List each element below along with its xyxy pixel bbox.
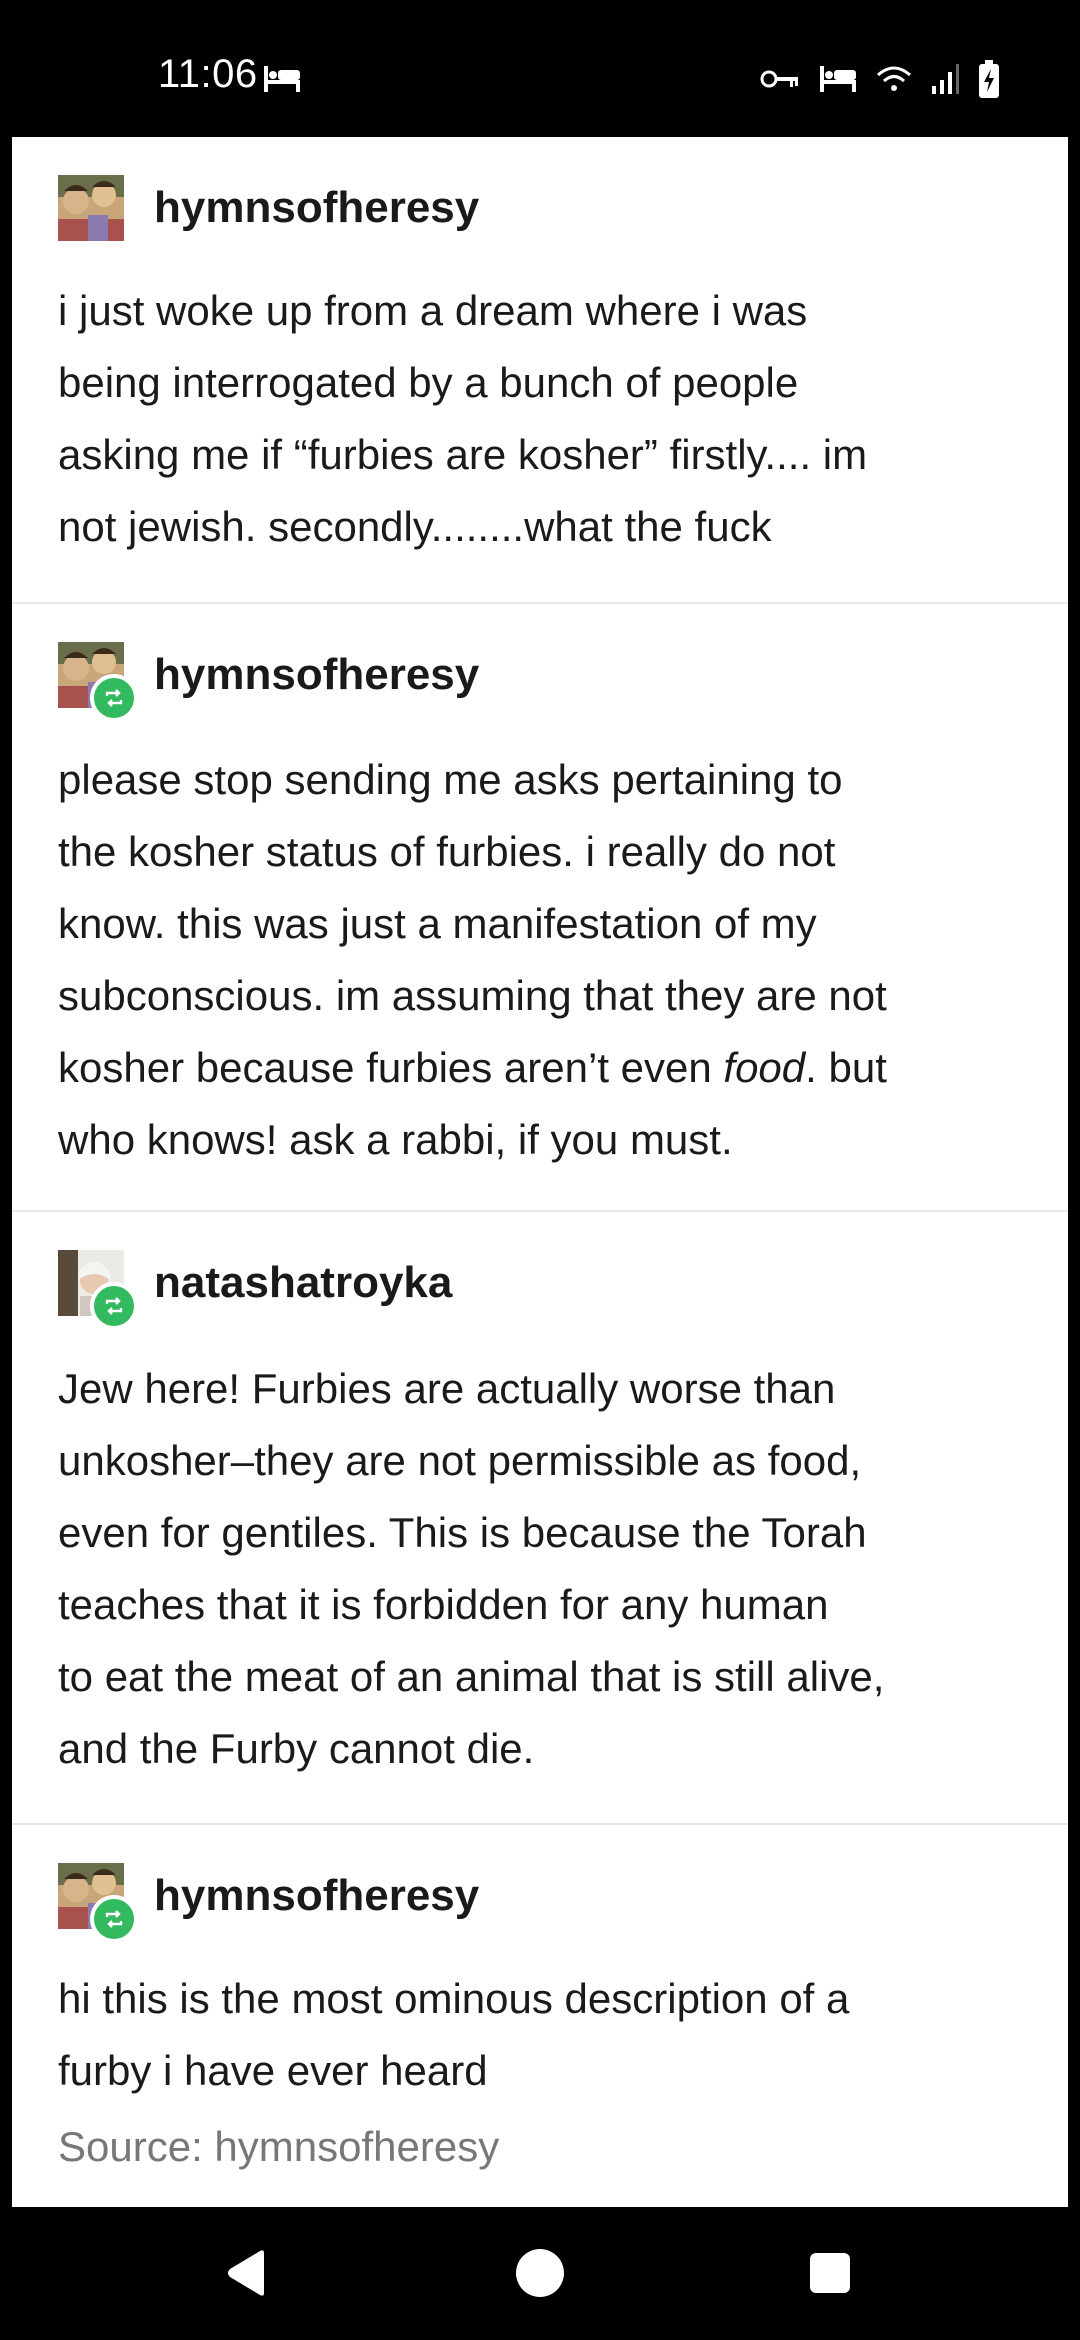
- reblog-icon: [90, 1895, 138, 1943]
- signal-icon: [930, 64, 960, 99]
- post-text-line: kosher because furbies aren’t even food.…: [58, 1032, 1038, 1104]
- source-link[interactable]: Source: hymnsofheresy: [58, 2123, 499, 2171]
- battery-charging-icon: [978, 60, 1000, 103]
- bed-icon: [818, 66, 858, 97]
- post-item: natashatroyka Jew here! Furbies are actu…: [12, 1210, 1068, 1825]
- wifi-icon: [876, 65, 912, 98]
- reblog-icon: [90, 674, 138, 722]
- avatar[interactable]: [58, 175, 124, 241]
- recents-icon[interactable]: [798, 2241, 862, 2305]
- home-icon[interactable]: [508, 2241, 572, 2305]
- post-username[interactable]: hymnsofheresy: [154, 183, 479, 233]
- post-text-line: the kosher status of furbies. i really d…: [58, 828, 836, 875]
- status-time: 11:06: [158, 52, 258, 96]
- post-text-emphasis: food: [723, 1044, 806, 1091]
- post-username[interactable]: hymnsofheresy: [154, 1871, 479, 1921]
- post-header: natashatroyka: [58, 1250, 452, 1330]
- reblog-icon: [90, 1282, 138, 1330]
- post-thread[interactable]: hymnsofheresy i just woke up from a drea…: [12, 137, 1068, 2207]
- bed-icon: [262, 66, 302, 97]
- post-text-segment: . but: [805, 1044, 887, 1091]
- avatar[interactable]: [58, 642, 138, 722]
- avatar[interactable]: [58, 1863, 138, 1943]
- post-text: Jew here! Furbies are actually worse tha…: [58, 1365, 885, 1772]
- avatar[interactable]: [58, 1250, 138, 1330]
- post-text: i just woke up from a dream where i was …: [58, 287, 868, 550]
- status-icons: [760, 60, 1000, 103]
- post-text-line: please stop sending me asks pertaining t…: [58, 756, 843, 803]
- post-text-segment: kosher because furbies aren’t even: [58, 1044, 724, 1091]
- post-item: hymnsofheresy hi this is the most ominou…: [12, 1823, 1068, 2207]
- post-text: please stop sending me asks pertaining t…: [58, 744, 1038, 1176]
- avatar-image: [58, 175, 124, 241]
- post-text-line: who knows! ask a rabbi, if you must.: [58, 1116, 733, 1163]
- post-text-line: know. this was just a manifestation of m…: [58, 900, 817, 947]
- back-icon[interactable]: [214, 2241, 278, 2305]
- post-header: hymnsofheresy: [58, 175, 479, 241]
- navigation-bar: [0, 2207, 1080, 2340]
- post-header: hymnsofheresy: [58, 1863, 479, 1943]
- key-icon: [760, 68, 800, 95]
- post-item: hymnsofheresy please stop sending me ask…: [12, 602, 1068, 1212]
- post-header: hymnsofheresy: [58, 642, 479, 722]
- post-username[interactable]: natashatroyka: [154, 1258, 452, 1308]
- post-text: hi this is the most ominous description …: [58, 1975, 850, 2094]
- status-bar: 11:06: [0, 0, 1080, 137]
- post-username[interactable]: hymnsofheresy: [154, 650, 479, 700]
- post-text-line: subconscious. im assuming that they are …: [58, 972, 887, 1019]
- post-item: hymnsofheresy i just woke up from a drea…: [12, 137, 1068, 604]
